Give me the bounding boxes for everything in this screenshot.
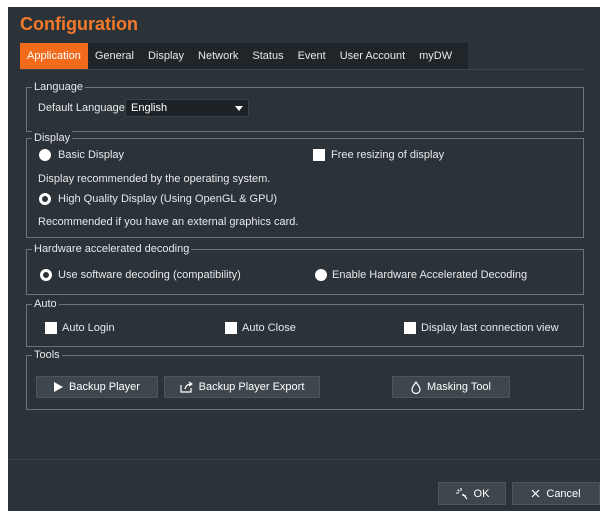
tools-group: Tools Backup Player Backup Player Export… xyxy=(26,348,584,410)
hq-display-note: Recommended if you have an external grap… xyxy=(38,216,299,228)
tab-general[interactable]: General xyxy=(88,43,141,69)
language-group: Language Default Language English xyxy=(26,80,584,132)
footer-separator xyxy=(8,459,600,460)
ok-sparkle-icon xyxy=(455,487,468,500)
auto-group-label: Auto xyxy=(32,297,59,311)
tab-mydw[interactable]: myDW xyxy=(412,43,459,69)
tab-application[interactable]: Application xyxy=(20,43,88,69)
tools-group-label: Tools xyxy=(32,348,62,362)
hq-display-radio[interactable] xyxy=(39,193,51,205)
auto-login-checkbox[interactable] xyxy=(45,322,57,334)
hardware-decoding-radio[interactable] xyxy=(315,269,327,281)
backup-player-export-button[interactable]: Backup Player Export xyxy=(164,376,320,398)
basic-display-radio[interactable] xyxy=(39,149,51,161)
tab-display[interactable]: Display xyxy=(141,43,191,69)
free-resize-label[interactable]: Free resizing of display xyxy=(331,148,444,162)
application-panel: Language Default Language English Displa… xyxy=(20,70,588,466)
tab-event[interactable]: Event xyxy=(291,43,333,69)
backup-player-label: Backup Player xyxy=(69,381,140,393)
auto-close-label[interactable]: Auto Close xyxy=(242,321,296,335)
software-decoding-radio[interactable] xyxy=(40,269,52,281)
chevron-down-icon xyxy=(235,106,243,111)
cancel-label: Cancel xyxy=(546,487,581,500)
last-view-label[interactable]: Display last connection view xyxy=(421,321,559,335)
play-icon xyxy=(54,382,64,392)
drop-icon xyxy=(411,380,421,394)
free-resize-checkbox[interactable] xyxy=(313,149,325,161)
backup-player-export-label: Backup Player Export xyxy=(198,381,305,393)
masking-tool-label: Masking Tool xyxy=(427,381,491,393)
auto-group: Auto Auto Login Auto Close Display last … xyxy=(26,297,584,347)
software-decoding-label[interactable]: Use software decoding (compatibility) xyxy=(58,268,241,282)
basic-display-note: Display recommended by the operating sys… xyxy=(38,173,271,185)
hardware-decoding-label[interactable]: Enable Hardware Accelerated Decoding xyxy=(332,268,527,282)
basic-display-label[interactable]: Basic Display xyxy=(58,148,124,162)
tab-status[interactable]: Status xyxy=(245,43,290,69)
ok-button[interactable]: OK xyxy=(438,482,506,505)
masking-tool-button[interactable]: Masking Tool xyxy=(392,376,510,398)
default-language-select[interactable]: English xyxy=(125,99,249,117)
language-group-label: Language xyxy=(32,80,85,94)
display-group: Display Basic Display Free resizing of d… xyxy=(26,131,584,238)
auto-login-label[interactable]: Auto Login xyxy=(62,321,115,335)
default-language-label: Default Language xyxy=(38,102,125,114)
auto-close-checkbox[interactable] xyxy=(225,322,237,334)
export-icon xyxy=(180,381,193,393)
window-title: Configuration xyxy=(20,14,138,34)
decoding-group: Hardware accelerated decoding Use softwa… xyxy=(26,242,584,295)
display-group-label: Display xyxy=(32,131,73,145)
default-language-value: English xyxy=(131,102,168,114)
configuration-window: Configuration Application General Displa… xyxy=(8,7,600,511)
backup-player-button[interactable]: Backup Player xyxy=(36,376,158,398)
tab-bar: Application General Display Network Stat… xyxy=(20,43,468,69)
last-view-checkbox[interactable] xyxy=(404,322,416,334)
close-icon xyxy=(531,489,540,498)
decoding-group-label: Hardware accelerated decoding xyxy=(32,242,192,256)
hq-display-label[interactable]: High Quality Display (Using OpenGL & GPU… xyxy=(58,192,277,206)
cancel-button[interactable]: Cancel xyxy=(512,482,600,505)
ok-label: OK xyxy=(473,487,490,500)
tab-user-account[interactable]: User Account xyxy=(333,43,412,69)
tab-network[interactable]: Network xyxy=(191,43,245,69)
